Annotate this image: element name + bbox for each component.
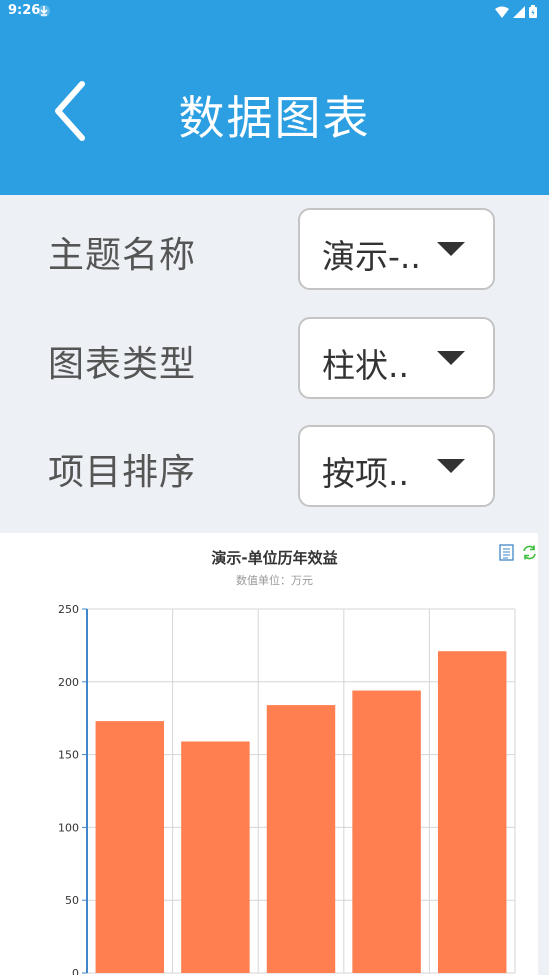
form-row-sort: 项目排序 按项.. xyxy=(0,425,549,507)
status-time: 9:26 xyxy=(8,3,41,18)
chart-type-label: 图表类型 xyxy=(48,344,197,385)
y-tick-label: 200 xyxy=(58,676,79,689)
bar xyxy=(352,690,421,973)
scroll-gutter xyxy=(538,533,549,947)
chart-type-select[interactable]: 柱状.. xyxy=(298,317,495,399)
y-tick-label: 250 xyxy=(58,603,79,616)
sort-select-value: 按项.. xyxy=(322,454,409,493)
chart-card: 演示-单位历年效益 数值单位：万元 0 50 100 150 200 250 xyxy=(0,533,538,975)
caret-down-icon xyxy=(437,351,465,365)
bar xyxy=(266,705,336,973)
chart-type-select-value: 柱状.. xyxy=(322,346,409,385)
bar xyxy=(95,721,165,973)
topic-select[interactable]: 演示-.. xyxy=(298,208,495,290)
bar xyxy=(181,741,250,973)
bar-chart: 0 50 100 150 200 250 xyxy=(58,603,516,975)
sort-label: 项目排序 xyxy=(48,452,197,493)
bar xyxy=(437,651,507,973)
filter-form: 主题名称 演示-.. 图表类型 柱状.. 项目排序 按项.. xyxy=(0,195,549,533)
form-row-chart-type: 图表类型 柱状.. xyxy=(0,317,549,399)
download-icon xyxy=(38,5,50,17)
y-tick-label: 100 xyxy=(58,821,79,834)
caret-down-icon xyxy=(437,459,465,473)
topic-label: 主题名称 xyxy=(48,235,197,276)
topic-select-value: 演示-.. xyxy=(322,237,421,276)
y-tick-label: 0 xyxy=(72,967,79,975)
form-row-topic: 主题名称 演示-.. xyxy=(0,208,549,290)
y-tick-label: 50 xyxy=(65,894,79,907)
signal-icon xyxy=(513,5,525,18)
sort-select[interactable]: 按项.. xyxy=(298,425,495,507)
status-bar: 9:26 xyxy=(0,0,549,24)
app-bar: 数据图表 xyxy=(0,24,549,195)
wifi-icon xyxy=(495,6,509,18)
y-tick-label: 150 xyxy=(58,749,79,762)
system-icons xyxy=(495,5,537,18)
battery-icon xyxy=(529,5,537,18)
page-title: 数据图表 xyxy=(178,91,371,145)
caret-down-icon xyxy=(437,242,465,256)
